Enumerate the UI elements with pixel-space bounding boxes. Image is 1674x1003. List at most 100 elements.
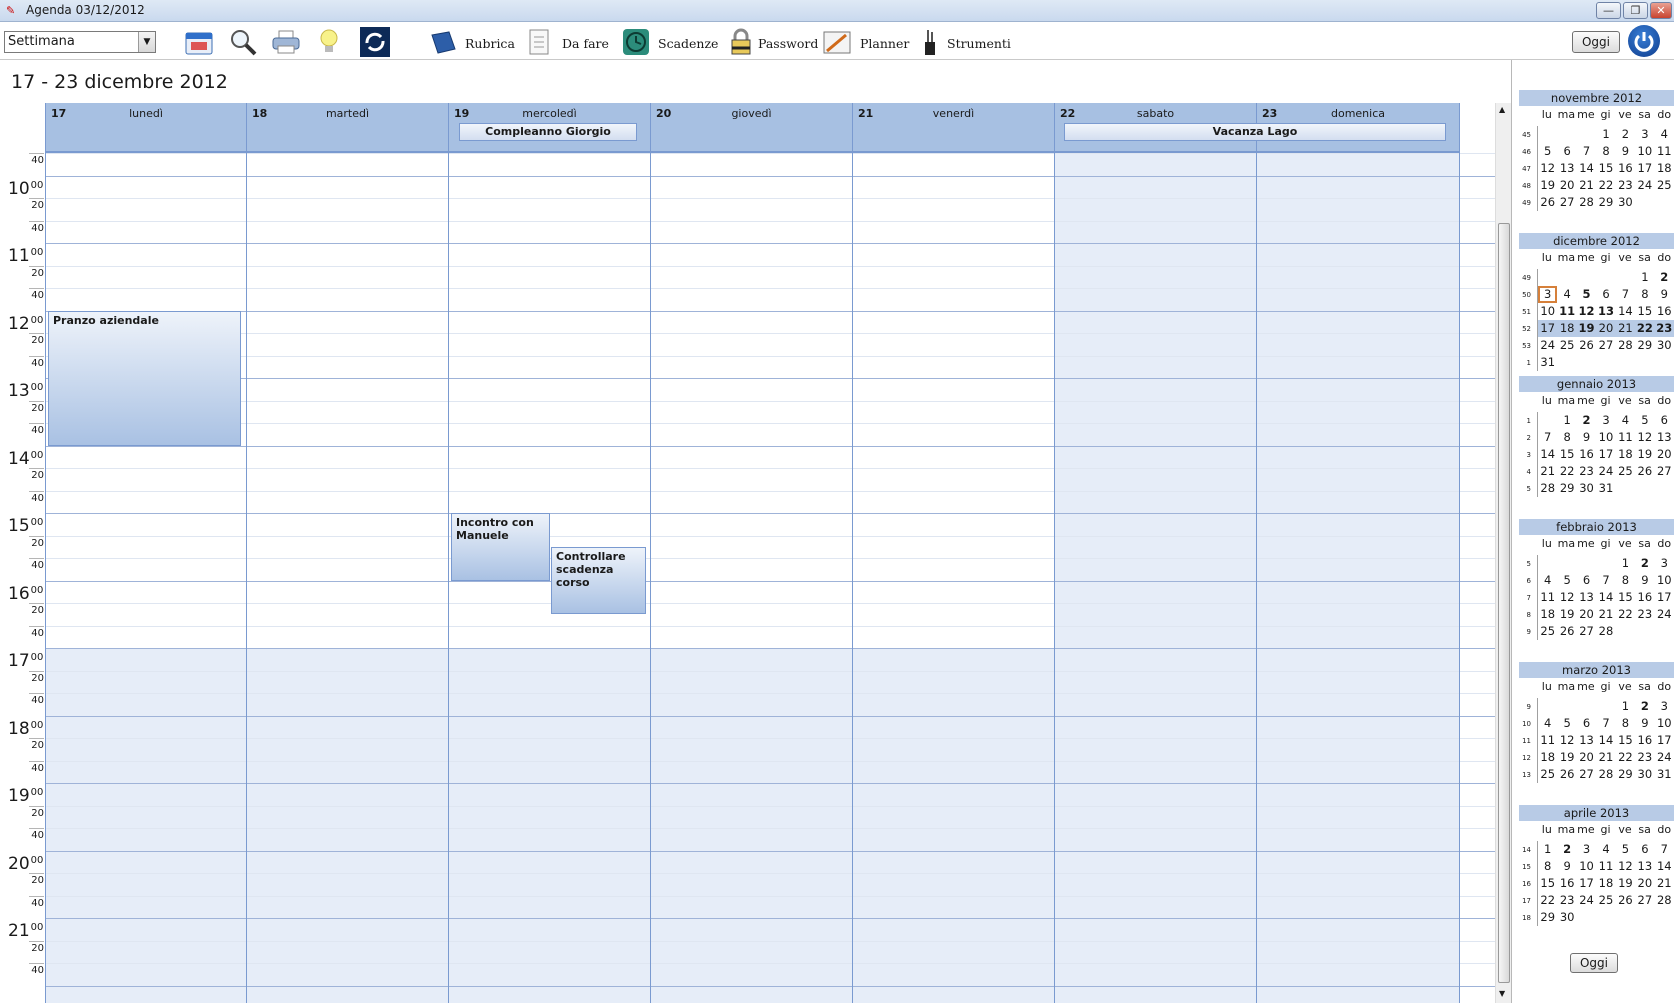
mini-day[interactable]: 4 [1616,412,1635,429]
mini-day[interactable]: 3 [1596,412,1615,429]
mini-day[interactable]: 12 [1635,429,1654,446]
mini-day[interactable]: 16 [1635,589,1654,606]
mini-day[interactable]: 27 [1596,337,1615,354]
mini-day[interactable]: 18 [1557,320,1576,337]
scroll-down-icon[interactable]: ▼ [1499,989,1505,998]
mini-day[interactable]: 26 [1538,194,1557,211]
mini-day[interactable]: 21 [1655,875,1674,892]
mini-day[interactable]: 8 [1616,572,1635,589]
mini-day[interactable]: 28 [1577,194,1596,211]
mini-day[interactable]: 8 [1635,286,1654,303]
maximize-button[interactable]: ❐ [1623,2,1648,19]
mini-day[interactable]: 22 [1596,177,1615,194]
toolbar-strumenti[interactable]: Strumenti [947,36,1011,51]
mini-day[interactable]: 17 [1655,732,1674,749]
mini-day[interactable]: 3 [1655,698,1674,715]
mini-day[interactable]: 16 [1577,446,1596,463]
mini-day[interactable]: 14 [1596,732,1615,749]
mini-day[interactable]: 7 [1538,429,1557,446]
toolbar-planner[interactable]: Planner [860,36,909,51]
mini-day[interactable]: 29 [1616,766,1635,783]
mini-day[interactable]: 9 [1577,429,1596,446]
mini-day[interactable]: 5 [1577,286,1596,303]
mini-day[interactable]: 12 [1557,732,1576,749]
view-select[interactable]: Settimana ▼ [4,31,156,53]
mini-day[interactable]: 22 [1557,463,1576,480]
mini-day[interactable]: 21 [1596,606,1615,623]
mini-day[interactable]: 19 [1616,875,1635,892]
mini-day[interactable]: 6 [1655,412,1674,429]
mini-day[interactable]: 8 [1538,858,1557,875]
allday-event-vacanza[interactable]: Vacanza Lago [1064,123,1446,141]
printer-icon[interactable] [271,27,301,57]
mini-day[interactable]: 9 [1655,286,1674,303]
mini-day[interactable]: 9 [1635,715,1654,732]
allday-event-compleanno[interactable]: Compleanno Giorgio [459,123,637,141]
mini-day[interactable]: 27 [1577,766,1596,783]
toolbar-scadenze[interactable]: Scadenze [658,36,718,51]
mini-day[interactable]: 15 [1616,732,1635,749]
mini-day[interactable]: 6 [1577,572,1596,589]
mini-day[interactable]: 20 [1577,606,1596,623]
mini-day[interactable]: 7 [1596,572,1615,589]
mini-day[interactable]: 25 [1538,623,1557,640]
mini-day[interactable]: 10 [1655,715,1674,732]
mini-day[interactable]: 30 [1577,480,1596,497]
mini-day[interactable]: 14 [1596,589,1615,606]
mini-day[interactable]: 10 [1596,429,1615,446]
mini-day[interactable]: 30 [1557,909,1576,926]
mini-day[interactable]: 14 [1616,303,1635,320]
mini-day[interactable]: 3 [1635,126,1654,143]
mini-day[interactable]: 18 [1616,446,1635,463]
mini-day[interactable]: 15 [1596,160,1615,177]
day-header-20[interactable]: 20 giovedì [651,103,853,153]
mini-day[interactable]: 24 [1655,606,1674,623]
mini-day[interactable]: 5 [1616,841,1635,858]
mini-day[interactable]: 8 [1616,715,1635,732]
mini-day[interactable]: 11 [1538,589,1557,606]
mini-day[interactable]: 14 [1577,160,1596,177]
mini-day[interactable]: 24 [1596,463,1615,480]
mini-day[interactable]: 28 [1538,480,1557,497]
mini-day[interactable]: 1 [1616,555,1635,572]
mini-day[interactable]: 13 [1557,160,1576,177]
mini-day[interactable]: 5 [1557,715,1576,732]
mini-day[interactable]: 19 [1635,446,1654,463]
mini-day[interactable]: 29 [1635,337,1654,354]
mini-day[interactable]: 23 [1616,177,1635,194]
lightbulb-icon[interactable] [314,27,344,57]
mini-day[interactable]: 23 [1635,606,1654,623]
mini-day[interactable]: 4 [1557,286,1576,303]
mini-day[interactable]: 30 [1616,194,1635,211]
mini-day[interactable]: 24 [1577,892,1596,909]
mini-day[interactable]: 3 [1655,555,1674,572]
tools-icon[interactable] [915,27,945,57]
mini-day[interactable]: 21 [1596,749,1615,766]
minimize-button[interactable]: — [1596,2,1621,19]
mini-day[interactable]: 27 [1577,623,1596,640]
mini-day[interactable]: 11 [1557,303,1576,320]
toolbar-da-fare[interactable]: Da fare [562,36,609,51]
mini-day[interactable]: 29 [1557,480,1576,497]
mini-day[interactable]: 11 [1616,429,1635,446]
mini-day[interactable]: 15 [1557,446,1576,463]
mini-day[interactable]: 1 [1557,412,1576,429]
calendar-icon[interactable] [184,27,214,57]
mini-day[interactable]: 2 [1635,698,1654,715]
mini-day[interactable]: 17 [1577,875,1596,892]
mini-day[interactable]: 23 [1577,463,1596,480]
mini-day[interactable]: 22 [1538,892,1557,909]
mini-day[interactable]: 25 [1596,892,1615,909]
day-header-18[interactable]: 18 martedì [247,103,449,153]
mini-day[interactable]: 5 [1635,412,1654,429]
mini-day[interactable]: 5 [1557,572,1576,589]
mini-day[interactable]: 1 [1635,269,1654,286]
mini-day[interactable]: 1 [1616,698,1635,715]
mini-day[interactable]: 2 [1577,412,1596,429]
mini-day[interactable]: 24 [1635,177,1654,194]
toolbar-rubrica[interactable]: Rubrica [465,36,515,51]
mini-day[interactable]: 12 [1577,303,1596,320]
scroll-thumb[interactable] [1498,223,1510,983]
mini-day[interactable]: 26 [1577,337,1596,354]
search-icon[interactable] [228,27,258,57]
